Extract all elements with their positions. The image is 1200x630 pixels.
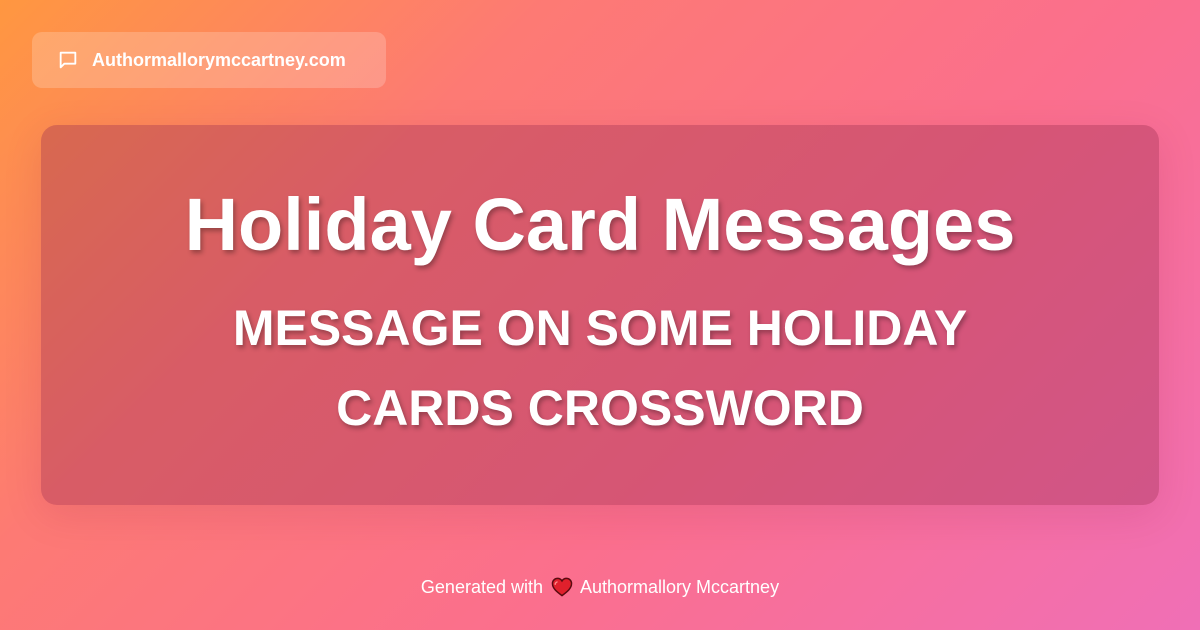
page-subtitle: MESSAGE ON SOME HOLIDAY CARDS CROSSWORD bbox=[232, 299, 968, 436]
site-badge[interactable]: Authormallorymccartney.com bbox=[32, 32, 386, 88]
heart-icon bbox=[551, 577, 573, 597]
site-domain: Authormallorymccartney.com bbox=[92, 49, 346, 70]
title-card: Holiday Card Messages MESSAGE ON SOME HO… bbox=[41, 125, 1159, 505]
footer-prefix: Generated with bbox=[420, 576, 543, 597]
footer-author: Authormallory Mccartney bbox=[580, 576, 780, 597]
footer: Generated with Authormallory Mccartney bbox=[0, 575, 1200, 599]
chat-bubble-icon bbox=[56, 48, 80, 72]
page-title: Holiday Card Messages bbox=[184, 183, 1016, 267]
